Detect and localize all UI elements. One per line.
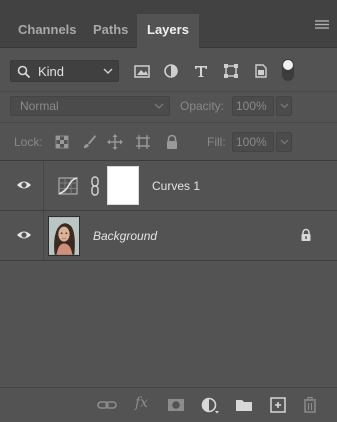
adjustment-layer-filter-icon[interactable] xyxy=(162,62,180,80)
visibility-eye-icon[interactable] xyxy=(16,179,32,191)
filter-kind-select[interactable]: Kind xyxy=(10,60,119,82)
lock-all-icon[interactable] xyxy=(163,133,181,151)
layer-name[interactable]: Background xyxy=(93,229,157,243)
layer-row-background[interactable]: Background xyxy=(0,211,337,261)
tab-channels[interactable]: Channels xyxy=(8,14,87,48)
blend-mode-select[interactable]: Normal xyxy=(10,96,170,116)
pixel-layer-filter-icon[interactable] xyxy=(133,62,151,80)
new-group-icon[interactable] xyxy=(234,396,254,414)
lock-fill-row: Lock: Fill: 100% xyxy=(0,123,337,161)
fill-label: Fill: xyxy=(207,135,226,149)
layer-filter-row: Kind xyxy=(0,48,337,92)
tab-layers[interactable]: Layers xyxy=(137,14,199,49)
chevron-down-icon xyxy=(154,103,164,109)
layer-divider xyxy=(43,211,44,260)
opacity-label: Opacity: xyxy=(180,99,225,113)
mask-link-icon[interactable] xyxy=(90,176,100,196)
curves-adjustment-icon xyxy=(58,177,78,195)
fill-field[interactable]: 100% xyxy=(232,132,274,152)
panel-menu-icon[interactable] xyxy=(315,14,329,42)
filter-toggle-icon[interactable] xyxy=(281,58,295,82)
layer-mask-thumbnail[interactable] xyxy=(107,166,139,205)
new-fill-adjustment-icon[interactable] xyxy=(200,396,220,414)
lock-transparent-pixels-icon[interactable] xyxy=(53,133,71,151)
filter-kind-label: Kind xyxy=(38,64,65,79)
panel-top-strip xyxy=(0,0,337,14)
chevron-down-icon xyxy=(103,68,113,74)
lock-position-icon[interactable] xyxy=(106,133,124,151)
opacity-field[interactable]: 100% xyxy=(232,96,274,116)
opacity-dropdown[interactable] xyxy=(276,96,292,116)
new-layer-icon[interactable] xyxy=(268,396,288,414)
layer-row-curves[interactable]: Curves 1 xyxy=(0,161,337,211)
tab-paths[interactable]: Paths xyxy=(83,14,138,48)
blend-opacity-row: Normal Opacity: 100% xyxy=(0,92,337,123)
layers-bottom-toolbar: fx xyxy=(0,387,337,422)
layer-image-thumbnail[interactable] xyxy=(48,216,80,256)
layer-name[interactable]: Curves 1 xyxy=(152,179,200,193)
lock-image-pixels-icon[interactable] xyxy=(80,133,98,151)
type-layer-filter-icon[interactable] xyxy=(192,62,210,80)
visibility-eye-icon[interactable] xyxy=(16,229,32,241)
layer-mask-icon[interactable] xyxy=(166,396,186,414)
layer-divider xyxy=(43,161,44,210)
delete-layer-icon[interactable] xyxy=(300,396,320,414)
panel-tab-bar: Channels Paths Layers xyxy=(0,14,337,49)
lock-label: Lock: xyxy=(14,135,43,149)
layers-list: Curves 1 Background xyxy=(0,161,337,387)
search-icon xyxy=(17,65,31,79)
layer-lock-icon xyxy=(301,228,311,241)
blend-mode-value: Normal xyxy=(20,99,59,113)
fill-dropdown[interactable] xyxy=(276,132,292,152)
smart-object-filter-icon[interactable] xyxy=(252,62,270,80)
fx-icon[interactable]: fx xyxy=(135,395,148,411)
chevron-down-icon xyxy=(280,103,289,109)
prevent-autonest-icon[interactable] xyxy=(134,133,152,151)
link-layers-icon[interactable] xyxy=(97,396,117,414)
chevron-down-icon xyxy=(280,139,289,145)
shape-layer-filter-icon[interactable] xyxy=(222,62,240,80)
